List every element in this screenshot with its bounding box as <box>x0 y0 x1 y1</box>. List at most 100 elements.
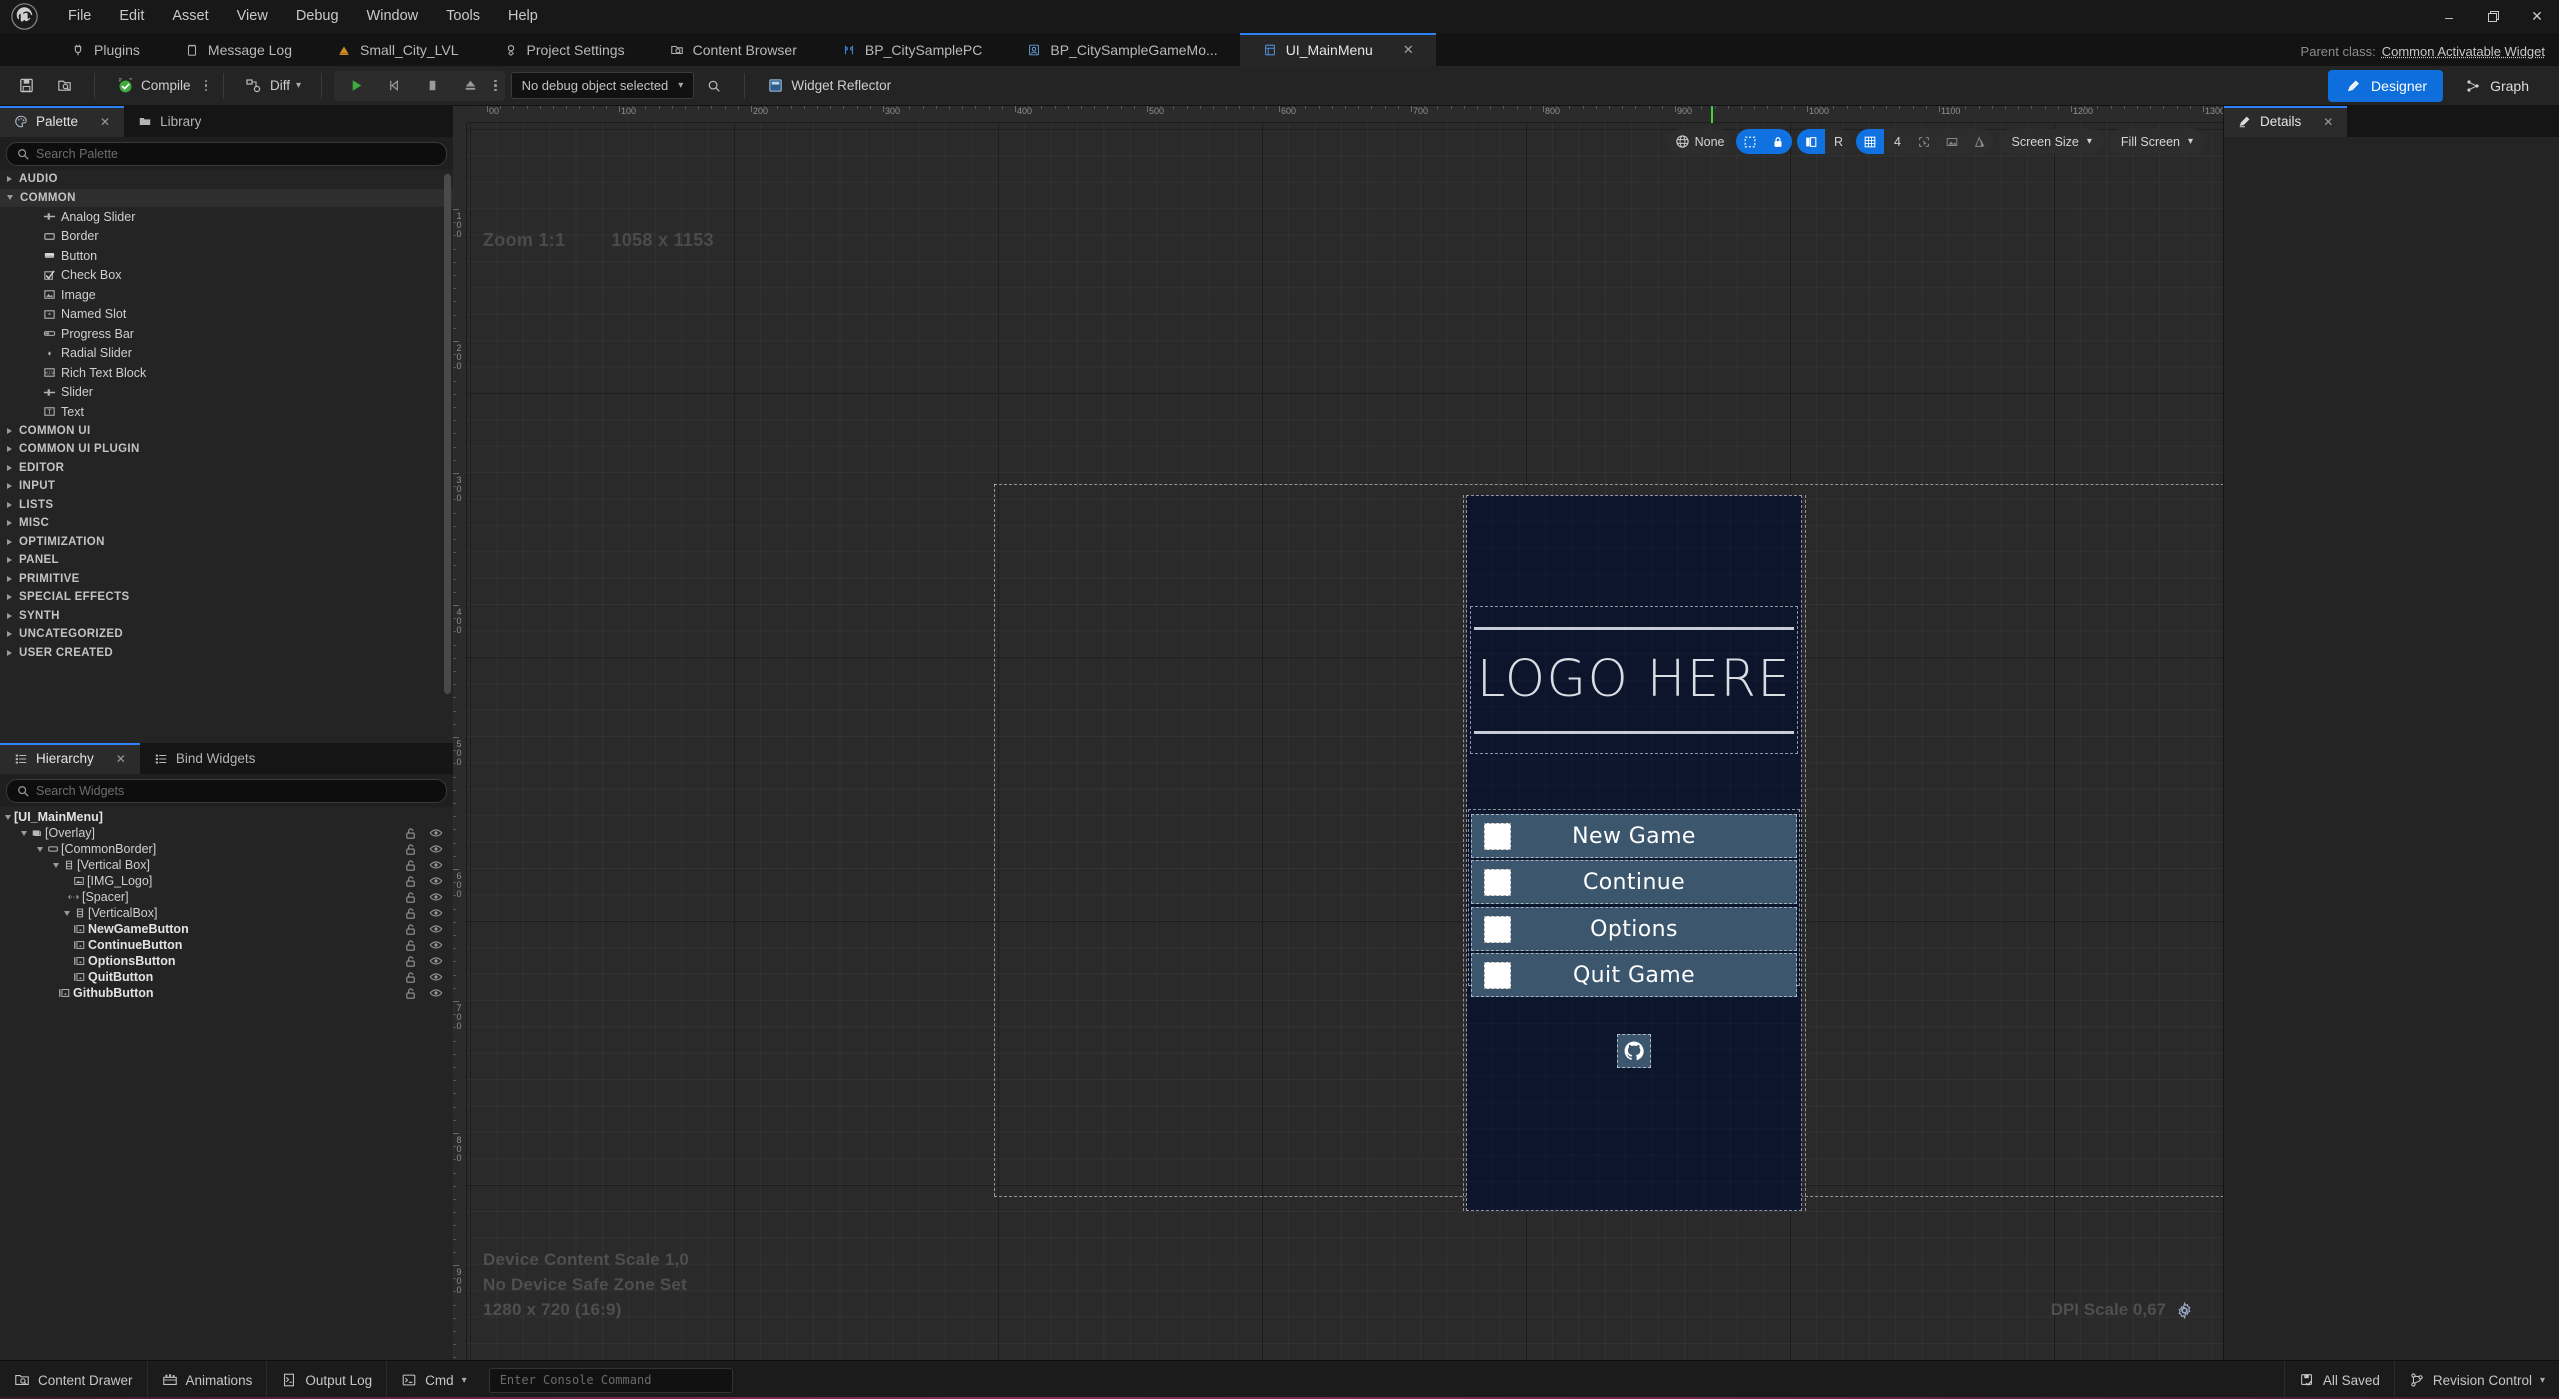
eye-icon[interactable] <box>429 906 443 920</box>
menu-help[interactable]: Help <box>494 5 552 28</box>
img-logo-preview[interactable]: LOGO HERE <box>1474 612 1794 748</box>
menu-debug[interactable]: Debug <box>282 5 353 28</box>
parent-class-value[interactable]: Common Activatable Widget <box>2382 44 2545 59</box>
eye-icon[interactable] <box>429 954 443 968</box>
tree-node-verticalbox[interactable]: [VerticalBox] <box>0 905 453 921</box>
menu-window[interactable]: Window <box>353 5 433 28</box>
palette-item-check-box[interactable]: Check Box <box>0 266 453 286</box>
grid-snap-toggle[interactable] <box>1856 129 1885 154</box>
tab-bp-citysamplegamemode[interactable]: BP_CitySampleGameMo... <box>1004 33 1239 66</box>
palette-category-common[interactable]: COMMON <box>0 188 453 207</box>
eye-icon[interactable] <box>429 938 443 952</box>
widget-hierarchy-tree[interactable]: [UI_MainMenu] [Overlay] [CommonBorder] [… <box>0 807 453 1360</box>
palette-category-audio[interactable]: AUDIO <box>0 170 453 189</box>
hierarchy-search-box[interactable] <box>6 779 447 803</box>
unlocked-icon[interactable] <box>404 843 417 856</box>
tab-hierarchy[interactable]: Hierarchy ✕ <box>0 743 140 774</box>
tab-details[interactable]: Details ✕ <box>2224 106 2348 137</box>
designer-tab-button[interactable]: Designer <box>2328 69 2444 102</box>
palette-category-lists[interactable]: LISTS <box>0 496 453 515</box>
eye-icon[interactable] <box>429 922 443 936</box>
palette-scrollbar[interactable] <box>444 174 451 694</box>
compile-button[interactable]: Compile <box>107 71 199 101</box>
eye-icon[interactable] <box>429 890 443 904</box>
eye-icon[interactable] <box>429 842 443 856</box>
unlocked-icon[interactable] <box>404 955 417 968</box>
gear-icon[interactable] <box>2176 1301 2193 1319</box>
lock-toggle[interactable] <box>1764 129 1793 154</box>
animations-button[interactable]: Animations <box>148 1360 268 1399</box>
output-log-button[interactable]: Output Log <box>267 1360 388 1399</box>
palette-item-slider[interactable]: Slider <box>0 383 453 403</box>
github-button[interactable] <box>1617 1034 1651 1068</box>
cmd-mode-button[interactable]: Cmd ▾ <box>387 1361 481 1399</box>
unlocked-icon[interactable] <box>404 971 417 984</box>
options-button[interactable]: Options <box>1471 907 1797 951</box>
menu-edit[interactable]: Edit <box>105 5 158 28</box>
compile-options-button[interactable] <box>201 79 212 92</box>
chevron-down-icon[interactable] <box>21 830 27 836</box>
continue-button[interactable]: Continue <box>1471 860 1797 904</box>
close-tab-icon[interactable]: ✕ <box>1403 42 1414 58</box>
canvas-grid[interactable] <box>467 123 2223 1360</box>
unlocked-icon[interactable] <box>404 939 417 952</box>
details-content[interactable] <box>2224 137 2559 1360</box>
palette-category-panel[interactable]: PANEL <box>0 551 453 570</box>
tree-node-newgamebutton[interactable]: NewGameButton <box>0 921 453 937</box>
palette-item-radial-slider[interactable]: Radial Slider <box>0 344 453 364</box>
screen-size-dropdown[interactable]: Screen Size ▾ <box>1999 129 2103 154</box>
palette-item-border[interactable]: Border <box>0 227 453 247</box>
horizontal-ruler[interactable]: 00 100 200 300 400 500 600 700 800 900 1000 1100 120… <box>467 106 2223 123</box>
tree-node-githubbutton[interactable]: GithubButton <box>0 985 453 1001</box>
quit-game-button[interactable]: Quit Game <box>1471 953 1797 997</box>
tab-content-browser[interactable]: Content Browser <box>647 33 819 66</box>
tree-node-quitbutton[interactable]: QuitButton <box>0 969 453 985</box>
search-input[interactable] <box>36 147 436 161</box>
tree-node-optionsbutton[interactable]: OptionsButton <box>0 953 453 969</box>
palette-item-button[interactable]: Button <box>0 246 453 266</box>
palette-search-box[interactable] <box>6 142 447 166</box>
eye-icon[interactable] <box>429 858 443 872</box>
show-outline-toggle[interactable] <box>1736 129 1765 154</box>
menu-view[interactable]: View <box>223 5 282 28</box>
tab-bind-widgets[interactable]: Bind Widgets <box>140 743 270 774</box>
chevron-down-icon[interactable] <box>37 846 43 852</box>
menu-file[interactable]: File <box>54 5 105 28</box>
widget-reflector-button[interactable]: Widget Reflector <box>757 71 899 101</box>
tree-node-spacer[interactable]: [Spacer] <box>0 889 453 905</box>
palette-category-special-effects[interactable]: SPECIAL EFFECTS <box>0 588 453 607</box>
save-button[interactable] <box>8 71 44 101</box>
unlocked-icon[interactable] <box>404 907 417 920</box>
rotate-toggle[interactable]: R <box>1825 129 1851 154</box>
palette-category-user-created[interactable]: USER CREATED <box>0 644 453 663</box>
tab-library[interactable]: Library <box>124 106 215 137</box>
eye-icon[interactable] <box>429 986 443 1000</box>
revision-control-button[interactable]: Revision Control ▾ <box>2393 1360 2559 1399</box>
tab-bp-citysamplepc[interactable]: BP_CitySamplePC <box>819 33 1005 66</box>
fill-screen-dropdown[interactable]: Fill Screen ▾ <box>2109 129 2205 154</box>
unreal-engine-logo-icon[interactable] <box>0 0 48 33</box>
palette-category-common-ui[interactable]: COMMON UI <box>0 422 453 441</box>
menu-asset[interactable]: Asset <box>158 5 222 28</box>
palette-category-misc[interactable]: MISC <box>0 514 453 533</box>
chevron-down-icon[interactable] <box>5 814 11 820</box>
menu-tools[interactable]: Tools <box>432 5 494 28</box>
tab-palette[interactable]: Palette ✕ <box>0 106 125 137</box>
eye-icon[interactable] <box>429 970 443 984</box>
debug-object-select[interactable]: No debug object selected ▾ <box>510 72 695 99</box>
new-game-button[interactable]: New Game <box>1471 814 1797 858</box>
snap-to-widget-toggle[interactable] <box>1910 129 1938 154</box>
eye-icon[interactable] <box>429 826 443 840</box>
close-icon[interactable]: ✕ <box>2323 115 2333 129</box>
browse-content-button[interactable] <box>46 71 82 101</box>
tab-project-settings[interactable]: Project Settings <box>481 33 647 66</box>
eye-icon[interactable] <box>429 874 443 888</box>
step-button[interactable] <box>376 71 412 101</box>
close-icon[interactable]: ✕ <box>116 752 126 766</box>
transition-toggle[interactable] <box>1966 129 1994 154</box>
eject-button[interactable] <box>452 71 488 101</box>
stop-button[interactable] <box>414 71 450 101</box>
diff-button[interactable]: Diff ▾ <box>236 71 309 101</box>
palette-category-synth[interactable]: SYNTH <box>0 607 453 626</box>
console-command-input[interactable] <box>499 1373 722 1387</box>
